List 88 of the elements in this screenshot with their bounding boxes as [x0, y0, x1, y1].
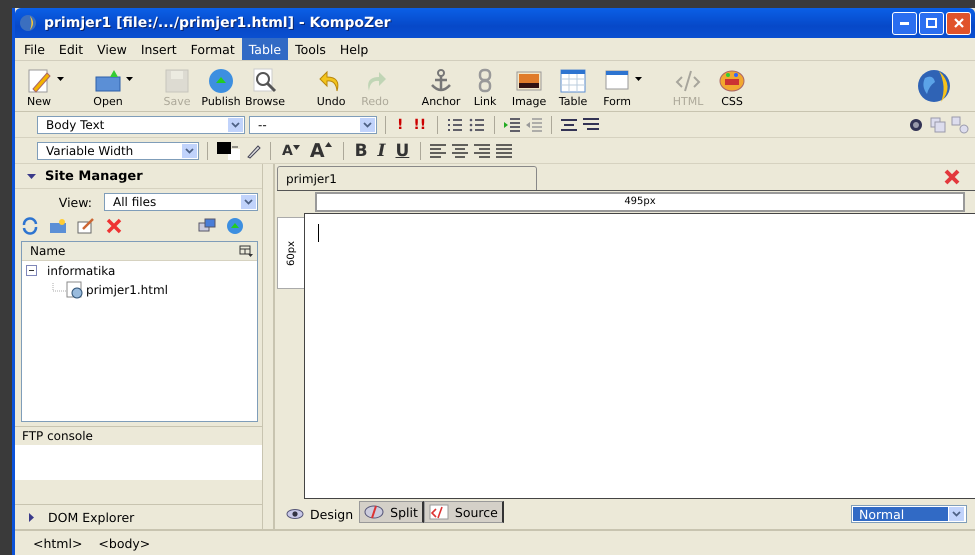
toolbar-button[interactable]: Publish — [199, 64, 243, 108]
view-mode-tab[interactable]: Split — [359, 501, 424, 523]
paragraph-format-select[interactable]: Body Text — [37, 116, 245, 134]
menu-item[interactable]: Help — [332, 38, 376, 60]
toolbar-button[interactable]: CSS — [710, 64, 754, 108]
minimize-icon — [900, 22, 909, 24]
edit-mode-select[interactable]: Normal — [851, 505, 967, 523]
align-center-icon[interactable] — [451, 142, 470, 160]
dropdown-arrow-icon[interactable] — [635, 77, 642, 81]
menu-item[interactable]: Tools — [288, 38, 333, 60]
emphasis-button[interactable]: ! — [394, 116, 406, 132]
chevron-down-icon — [185, 148, 194, 154]
element-breadcrumb[interactable]: <body> — [92, 536, 156, 550]
toolbar-button[interactable]: Undo — [309, 64, 354, 108]
maximize-icon — [926, 18, 937, 28]
close-icon — [954, 18, 964, 28]
column-header[interactable]: Name — [30, 244, 66, 258]
chevron-down-icon — [231, 122, 240, 128]
align-right-icon[interactable] — [473, 142, 492, 160]
menu-item[interactable]: Table — [242, 38, 288, 60]
window-title: primjer1 [file:/.../primjer1.html] - KompoZer — [44, 15, 391, 31]
menu-item[interactable]: Edit — [52, 38, 90, 60]
toolbar-button[interactable]: Anchor — [419, 64, 464, 108]
expanded-triangle-icon[interactable] — [27, 172, 36, 180]
refresh-icon[interactable] — [21, 217, 39, 235]
globe-icon[interactable] — [226, 217, 244, 235]
text-style-button[interactable]: B — [352, 140, 371, 160]
dropdown-arrow-icon[interactable] — [57, 77, 64, 81]
view-mode-tab[interactable]: Source — [424, 501, 504, 523]
code-tag-icon — [428, 504, 449, 520]
view-label: View: — [58, 194, 92, 210]
menu-item[interactable]: File — [17, 38, 52, 60]
text-cursor — [318, 224, 319, 242]
web-page-icon — [66, 280, 84, 298]
pencil-icon[interactable] — [246, 142, 262, 158]
panel-title: Site Manager — [45, 168, 143, 184]
decrease-font-size-button[interactable]: A — [279, 142, 303, 158]
color-swatch-icon[interactable] — [216, 140, 242, 160]
align-left-icon[interactable] — [429, 142, 448, 160]
menu-item[interactable]: Insert — [134, 38, 184, 60]
close-button[interactable] — [946, 12, 971, 34]
toolbar-button[interactable]: Image — [507, 64, 552, 108]
minimize-button[interactable] — [892, 12, 917, 34]
toolbar-button[interactable]: Open — [86, 64, 130, 108]
dropdown-arrow-icon[interactable] — [126, 77, 133, 81]
menu-item[interactable]: View — [90, 38, 134, 60]
toolbar-button[interactable]: Link — [463, 64, 508, 108]
new-folder-icon[interactable] — [49, 217, 67, 235]
globe-icon — [19, 14, 37, 32]
element-breadcrumb[interactable]: <html> — [27, 536, 88, 550]
table-grid-icon — [559, 66, 588, 94]
chevron-down-icon — [952, 511, 961, 517]
indent-icon[interactable] — [503, 116, 522, 134]
menu-item[interactable]: Format — [184, 38, 242, 60]
width-ruler: 495px — [315, 192, 965, 212]
increase-font-size-button[interactable]: A — [306, 140, 335, 162]
chevron-down-icon — [244, 199, 253, 205]
maximize-button[interactable] — [919, 12, 944, 34]
text-style-button[interactable]: U — [392, 140, 412, 160]
text-style-button[interactable]: I — [374, 140, 388, 160]
globe-icon — [207, 66, 235, 94]
view-select[interactable]: All files — [104, 193, 258, 211]
down-triangle-icon — [292, 144, 300, 150]
document-tab[interactable]: primjer1 — [277, 166, 537, 190]
eye-icon — [286, 509, 304, 519]
chevron-down-icon — [363, 122, 372, 128]
font-select[interactable]: Variable Width — [37, 142, 199, 160]
split-eye-icon — [364, 504, 384, 520]
justify-icon[interactable] — [495, 142, 514, 160]
up-triangle-icon — [324, 142, 332, 146]
emphasis-button[interactable]: !! — [410, 116, 430, 132]
delete-icon[interactable] — [105, 217, 123, 235]
column-picker-icon[interactable] — [239, 245, 253, 257]
class-select[interactable]: -- — [249, 116, 377, 134]
collapsed-triangle-icon[interactable] — [27, 512, 36, 522]
tree-item[interactable]: informatika — [47, 264, 116, 278]
bullet-list-icon[interactable] — [468, 116, 486, 134]
panel-title: FTP console — [22, 429, 93, 443]
panel-title: DOM Explorer — [48, 510, 134, 524]
toolbar-button[interactable]: Form — [595, 64, 640, 108]
collapse-icon[interactable] — [26, 265, 37, 276]
close-icon[interactable] — [943, 169, 961, 185]
toolbar-button[interactable]: Table — [551, 64, 596, 108]
toolbar-button[interactable]: Browse — [243, 64, 288, 108]
toolbar-button[interactable]: New — [17, 64, 61, 108]
edit-pencil-icon[interactable] — [77, 217, 95, 235]
tree-item[interactable]: primjer1.html — [86, 282, 168, 296]
height-ruler: 60px — [277, 217, 304, 289]
